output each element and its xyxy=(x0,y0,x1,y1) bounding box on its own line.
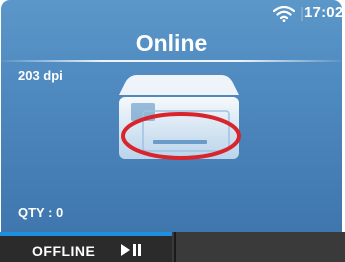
quantity-label: QTY : 0 xyxy=(18,205,64,220)
offline-softkey-label: OFFLINE xyxy=(32,243,96,259)
highlight-ellipse xyxy=(121,112,241,160)
page-title: Online xyxy=(135,30,208,56)
status-time: 17:02 xyxy=(304,4,342,21)
empty-softkey[interactable] xyxy=(176,232,345,262)
resolution-label: 203 dpi xyxy=(18,68,63,83)
offline-softkey[interactable]: OFFLINE xyxy=(0,232,172,262)
printer-lcd-screen: 17:02 Online 203 dpi QTY: 0 OFFLINE xyxy=(0,0,345,262)
wifi-icon xyxy=(273,6,295,22)
play-pause-icon xyxy=(121,244,141,256)
display-area: 17:02 Online 203 dpi QTY: 0 xyxy=(1,0,342,236)
softkey-bar: OFFLINE xyxy=(0,232,345,262)
status-divider xyxy=(301,7,303,21)
title-underline xyxy=(1,60,342,62)
